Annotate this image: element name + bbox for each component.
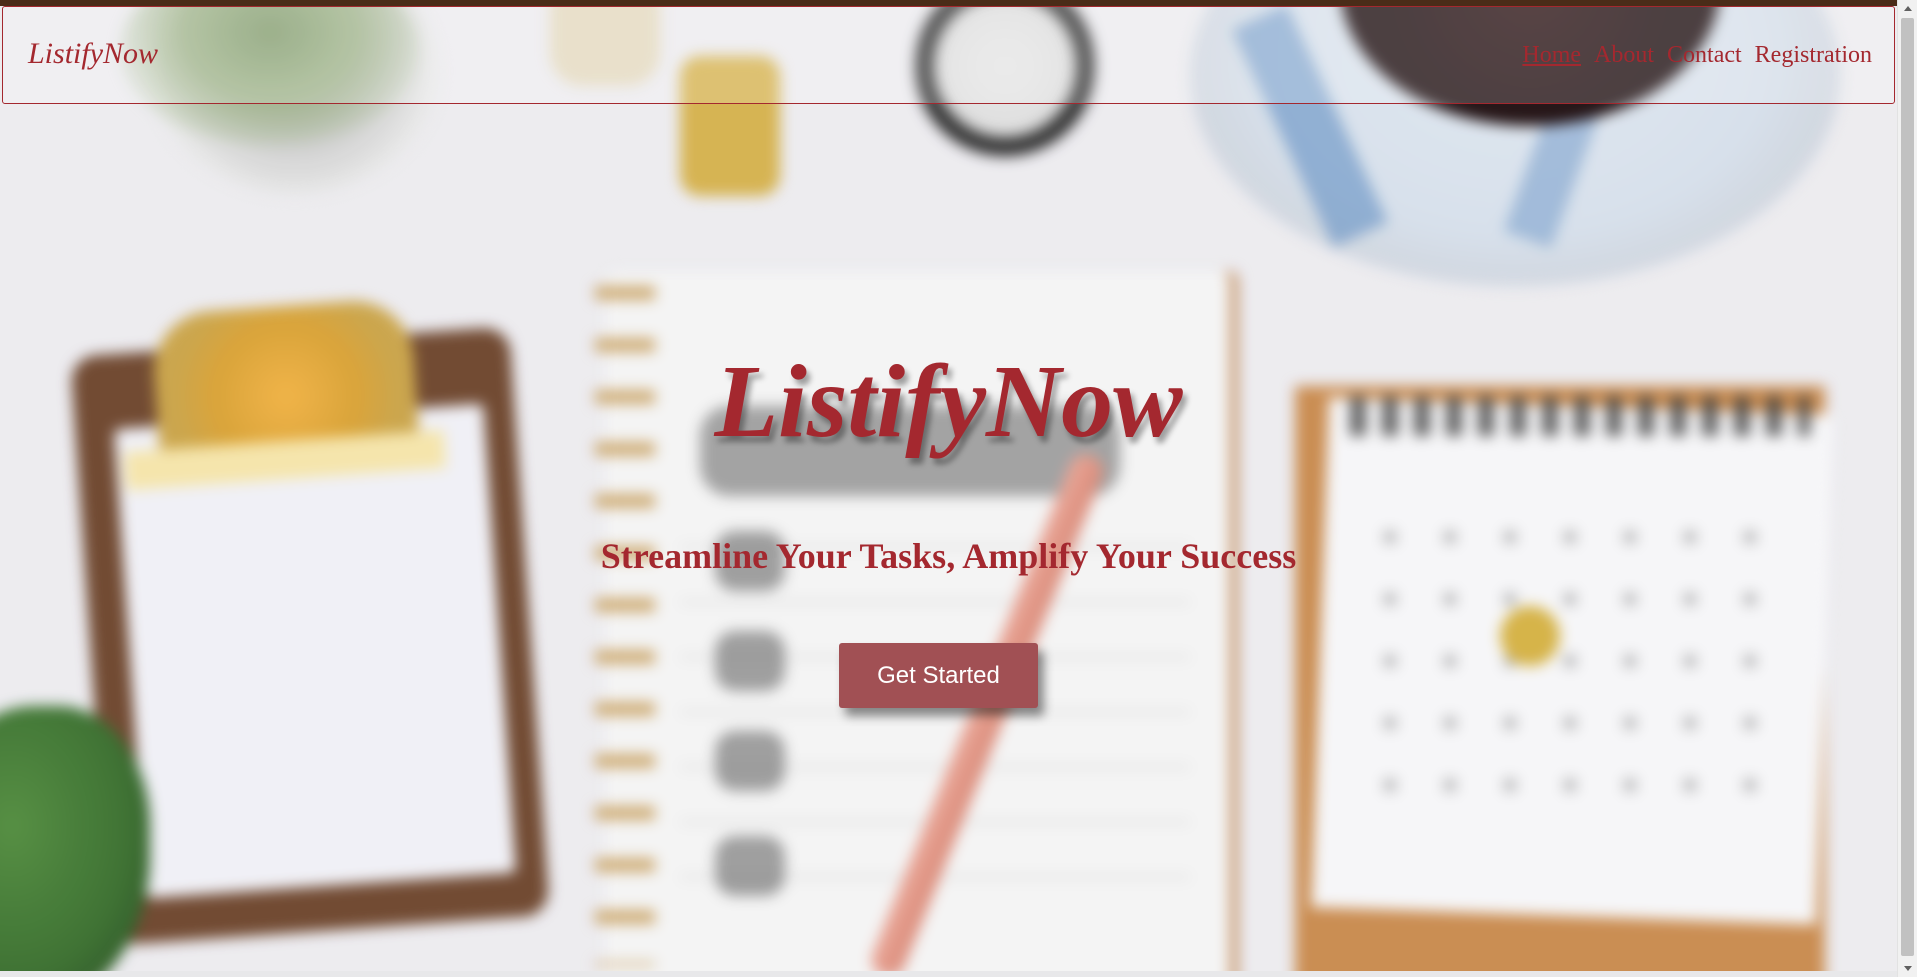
hero-subtitle: Streamline Your Tasks, Amplify Your Succ… xyxy=(600,536,1297,576)
vertical-scrollbar[interactable] xyxy=(1897,0,1917,977)
scrollbar-thumb[interactable] xyxy=(1901,18,1914,956)
hero-title: ListifyNow xyxy=(714,344,1183,459)
nav-links: Home About Contact Registration xyxy=(1522,43,1872,67)
get-started-button[interactable]: Get Started xyxy=(839,643,1038,708)
scroll-up-arrow-icon[interactable] xyxy=(1898,0,1917,17)
brand-logo-link[interactable]: ListifyNow xyxy=(28,39,158,69)
nav-link-registration[interactable]: Registration xyxy=(1755,43,1872,67)
hero-section: ListifyNow Streamline Your Tasks, Amplif… xyxy=(0,0,1897,977)
nav-link-about[interactable]: About xyxy=(1594,43,1654,67)
navbar: ListifyNow Home About Contact Registrati… xyxy=(2,6,1895,104)
page-viewport: ListifyNow Streamline Your Tasks, Amplif… xyxy=(0,0,1897,977)
scroll-down-arrow-icon[interactable] xyxy=(1898,960,1917,977)
nav-link-home[interactable]: Home xyxy=(1522,43,1581,67)
nav-link-contact[interactable]: Contact xyxy=(1667,43,1742,67)
